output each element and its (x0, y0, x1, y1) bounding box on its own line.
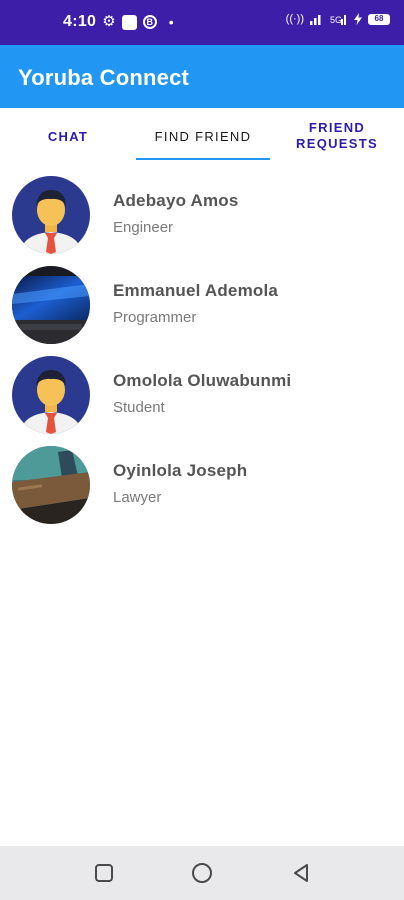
signal-strength-icon (310, 15, 321, 25)
app-bar: Yoruba Connect (0, 45, 404, 108)
avatar (12, 446, 90, 524)
avatar (12, 356, 90, 434)
avatar (12, 176, 90, 254)
friend-name: Adebayo Amos (113, 191, 239, 210)
app-title: Yoruba Connect (18, 65, 190, 90)
settings-gear-icon: ⚙ (102, 13, 116, 30)
desktop-photo-icon (12, 266, 90, 344)
status-right: ((·)) 5G 68 (286, 13, 390, 25)
back-triangle-icon[interactable] (290, 862, 312, 884)
signal-strength-2-icon: 5G (330, 15, 346, 25)
friend-name: Omolola Oluwabunmi (113, 371, 292, 390)
svg-text:5G: 5G (330, 15, 342, 25)
friend-list-item[interactable]: Adebayo Amos Engineer (0, 174, 404, 264)
status-time: 4:10 (63, 13, 97, 30)
friend-role: Lawyer (113, 489, 162, 506)
friend-role: Engineer (113, 219, 174, 236)
friend-list-item[interactable]: Emmanuel Ademola Programmer (0, 264, 404, 354)
friend-list: Adebayo Amos Engineer Emmanuel Ademola P… (0, 174, 404, 534)
friend-role: Student (113, 399, 165, 416)
home-circle-icon[interactable] (191, 862, 213, 884)
notification-dot-icon: • (168, 14, 174, 30)
friend-list-item[interactable]: Oyinlola Joseph Lawyer (0, 444, 404, 534)
default-avatar-icon (12, 356, 90, 434)
tab-find-friend-label: FIND FRIEND (154, 128, 252, 144)
notification-square-icon (121, 14, 137, 30)
tab-chat-label: CHAT (47, 128, 89, 144)
friend-role: Programmer (113, 309, 197, 326)
friend-name: Emmanuel Ademola (113, 281, 279, 300)
friend-list-item[interactable]: Omolola Oluwabunmi Student (0, 354, 404, 444)
battery-icon: 68 (368, 13, 390, 25)
hotspot-icon: ((·)) (285, 13, 304, 25)
tab-friend-requests-label: FRIEND REQUESTS (296, 120, 378, 151)
charging-icon (354, 13, 362, 25)
status-left: 4:10 ⚙ B • (63, 13, 174, 31)
room-photo-icon (12, 446, 90, 524)
friend-name: Oyinlola Joseph (113, 461, 248, 480)
avatar (12, 266, 90, 344)
tab-bar: CHAT FIND FRIEND FRIEND REQUESTS (0, 108, 404, 164)
tab-find-friend[interactable]: FIND FRIEND (136, 108, 270, 164)
system-nav-bar (0, 846, 404, 900)
b-badge-icon: B (142, 15, 157, 29)
tab-chat[interactable]: CHAT (0, 108, 136, 164)
status-bar: 4:10 ⚙ B • ((·)) 5G 68 (0, 0, 404, 45)
recents-square-icon[interactable] (93, 862, 115, 884)
active-tab-indicator (136, 158, 270, 160)
tab-friend-requests[interactable]: FRIEND REQUESTS (276, 108, 398, 164)
default-avatar-icon (12, 176, 90, 254)
